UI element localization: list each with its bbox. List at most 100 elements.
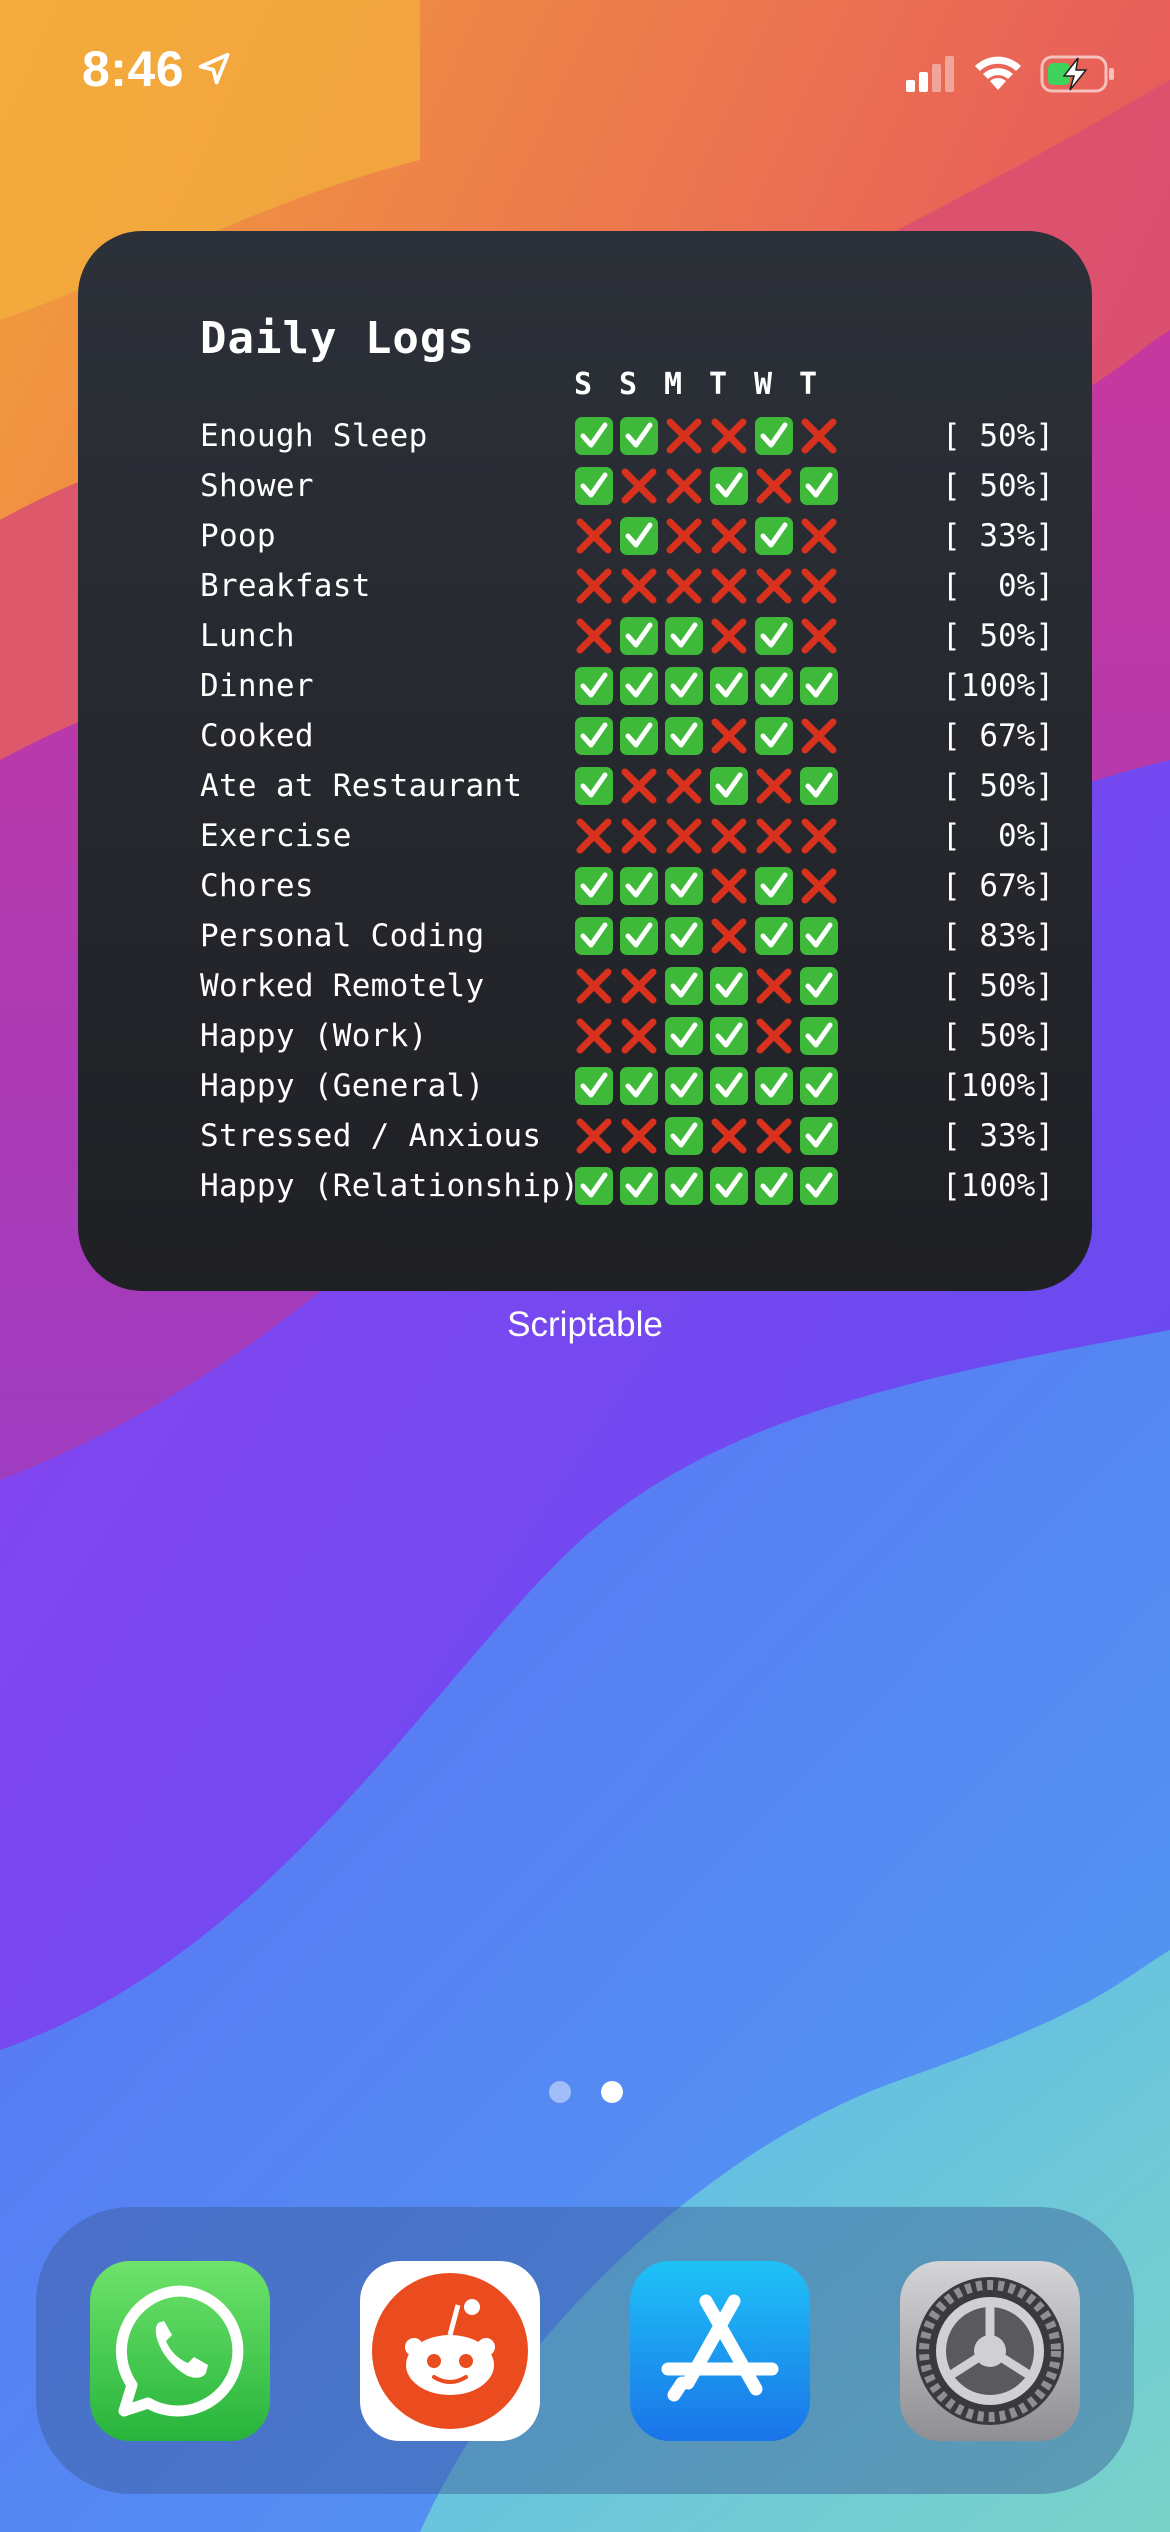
daily-logs-widget[interactable]: Daily Logs SSMTWT Enough Sleep [ 50%] Show…: [78, 231, 1092, 1291]
check-mark-icon: [710, 767, 748, 805]
check-mark-icon: [755, 617, 793, 655]
log-percent: [100%]: [942, 1068, 1054, 1104]
cross-mark-icon: [576, 968, 612, 1004]
cross-mark-icon: [711, 568, 747, 604]
check-mark-icon: [620, 517, 658, 555]
widget-title: Daily Logs: [200, 313, 475, 364]
log-percent: [100%]: [942, 668, 1054, 704]
cross-mark-icon: [621, 818, 657, 854]
check-mark-icon: [665, 1167, 703, 1205]
day-letter: S: [574, 367, 593, 402]
check-mark-icon: [620, 1067, 658, 1105]
check-mark-icon: [620, 417, 658, 455]
log-row: Chores [ 67%]: [200, 861, 1060, 911]
wifi-icon: [975, 56, 1021, 90]
log-label: Chores: [200, 868, 314, 904]
log-label: Cooked: [200, 718, 314, 754]
whatsapp-icon[interactable]: [90, 2261, 270, 2441]
cross-mark-icon: [801, 718, 837, 754]
cross-mark-icon: [621, 768, 657, 804]
check-mark-icon: [620, 917, 658, 955]
check-mark-icon: [800, 1167, 838, 1205]
log-row: Happy (Work) [ 50%]: [200, 1011, 1060, 1061]
app-store-icon[interactable]: [630, 2261, 810, 2441]
check-mark-icon: [710, 1067, 748, 1105]
log-percent: [ 33%]: [942, 1118, 1054, 1154]
check-mark-icon: [800, 467, 838, 505]
log-marks: [574, 416, 839, 456]
cross-mark-icon: [756, 968, 792, 1004]
check-mark-icon: [755, 667, 793, 705]
check-mark-icon: [620, 667, 658, 705]
cross-mark-icon: [621, 468, 657, 504]
cross-mark-icon: [801, 868, 837, 904]
cross-mark-icon: [666, 418, 702, 454]
check-mark-icon: [665, 967, 703, 1005]
log-row: Cooked [ 67%]: [200, 711, 1060, 761]
check-mark-icon: [575, 667, 613, 705]
check-mark-icon: [620, 1167, 658, 1205]
cross-mark-icon: [756, 568, 792, 604]
days-header: SSMTWT: [574, 367, 844, 402]
log-percent: [ 50%]: [942, 418, 1054, 454]
log-label: Exercise: [200, 818, 352, 854]
check-mark-icon: [755, 417, 793, 455]
settings-gear-icon[interactable]: [900, 2261, 1080, 2441]
log-marks: [574, 666, 839, 706]
cross-mark-icon: [666, 518, 702, 554]
cross-mark-icon: [801, 518, 837, 554]
widget-caption: Scriptable: [507, 1305, 663, 1344]
day-letter: T: [799, 367, 818, 402]
cross-mark-icon: [711, 418, 747, 454]
log-percent: [ 50%]: [942, 768, 1054, 804]
battery-charging-icon: [1040, 55, 1114, 93]
log-row: Enough Sleep [ 50%]: [200, 411, 1060, 461]
page-indicator[interactable]: [549, 2081, 623, 2103]
log-marks: [574, 616, 839, 656]
log-percent: [ 50%]: [942, 968, 1054, 1004]
cross-mark-icon: [666, 768, 702, 804]
cross-mark-icon: [711, 1118, 747, 1154]
cross-mark-icon: [801, 618, 837, 654]
check-mark-icon: [620, 617, 658, 655]
time-group: 8:46: [82, 40, 234, 98]
log-label: Shower: [200, 468, 314, 504]
check-mark-icon: [755, 717, 793, 755]
check-mark-icon: [575, 1067, 613, 1105]
check-mark-icon: [665, 617, 703, 655]
log-row: Breakfast [ 0%]: [200, 561, 1060, 611]
page-dot-1[interactable]: [549, 2081, 571, 2103]
check-mark-icon: [665, 1117, 703, 1155]
log-percent: [100%]: [942, 1168, 1054, 1204]
check-mark-icon: [800, 967, 838, 1005]
log-label: Happy (Relationship): [200, 1168, 580, 1204]
cross-mark-icon: [576, 1118, 612, 1154]
log-row: Happy (Relationship) [100%]: [200, 1161, 1060, 1211]
check-mark-icon: [755, 917, 793, 955]
cross-mark-icon: [666, 818, 702, 854]
cross-mark-icon: [576, 618, 612, 654]
log-percent: [ 0%]: [942, 818, 1054, 854]
reddit-icon[interactable]: [360, 2261, 540, 2441]
log-label: Personal Coding: [200, 918, 485, 954]
log-label: Enough Sleep: [200, 418, 428, 454]
cross-mark-icon: [621, 1018, 657, 1054]
log-label: Lunch: [200, 618, 295, 654]
cross-mark-icon: [801, 418, 837, 454]
day-letter: S: [619, 367, 638, 402]
log-label: Happy (General): [200, 1068, 485, 1104]
log-marks: [574, 1116, 839, 1156]
page-dot-2[interactable]: [601, 2081, 623, 2103]
log-row: Dinner [100%]: [200, 661, 1060, 711]
status-bar: 8:46: [0, 0, 1170, 150]
log-percent: [ 67%]: [942, 868, 1054, 904]
cross-mark-icon: [711, 718, 747, 754]
log-row: Personal Coding [ 83%]: [200, 911, 1060, 961]
log-percent: [ 50%]: [942, 468, 1054, 504]
check-mark-icon: [665, 867, 703, 905]
cross-mark-icon: [711, 818, 747, 854]
check-mark-icon: [755, 517, 793, 555]
log-percent: [ 83%]: [942, 918, 1054, 954]
cross-mark-icon: [711, 918, 747, 954]
check-mark-icon: [710, 1167, 748, 1205]
